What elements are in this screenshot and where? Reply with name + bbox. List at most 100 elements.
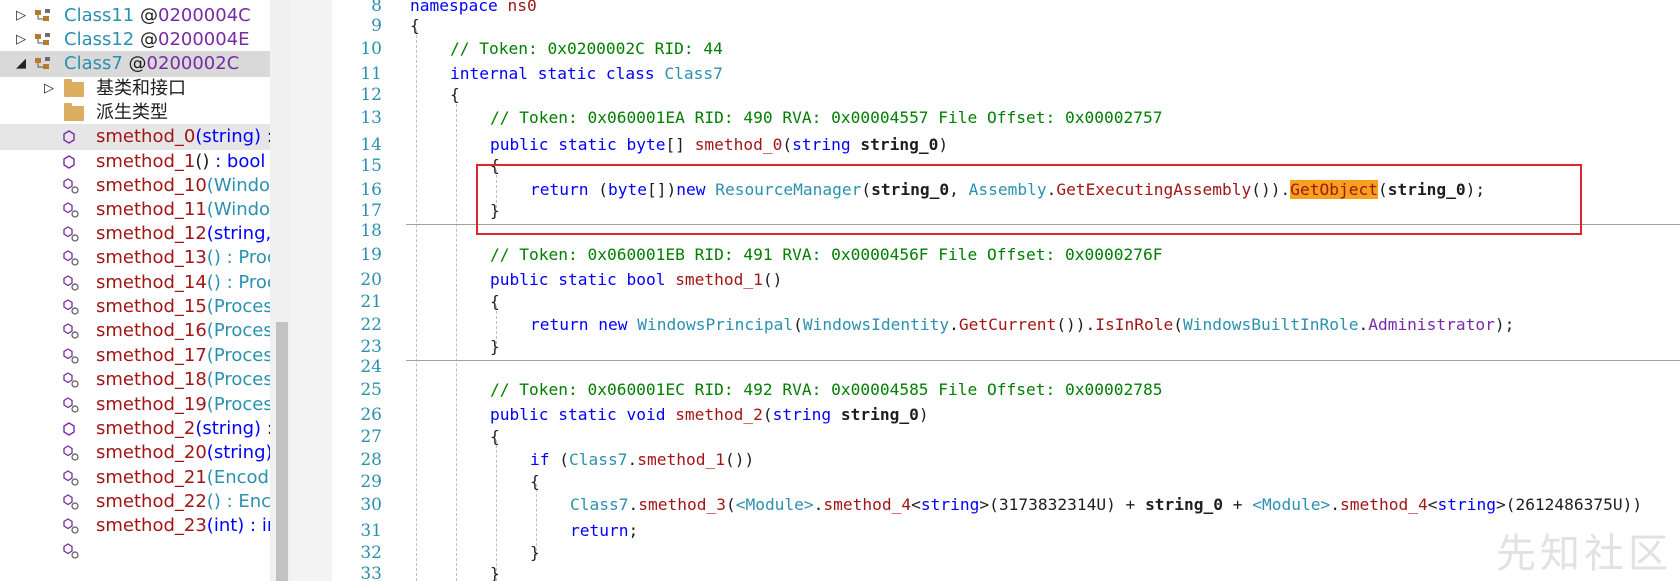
tree-node-method[interactable]: smethod_11(Windov [0,197,270,223]
tree-node-method[interactable]: smethod_15(Process [0,294,270,320]
tree-node-class7[interactable]: ◢ Class7 @0200002C [0,51,270,77]
assembly-tree[interactable]: ▷ Class11 @0200004C ▷ Class12 @0200004E … [0,0,270,581]
panel-splitter[interactable] [290,0,332,581]
line-number: 13 [360,108,382,128]
line-number: 19 [360,245,382,265]
code-comment: // Token: 0x060001EC RID: 492 RVA: 0x000… [490,380,1163,399]
method-icon [63,155,75,169]
code-line: Class7.smethod_3(<Module>.smethod_4<stri… [570,495,1643,514]
private-method-icon [63,470,79,486]
watermark: 先知社区 [1496,531,1672,577]
tree-node-method[interactable]: smethod_16(Process [0,318,270,344]
line-number: 24 [360,357,382,377]
class-icon [35,57,50,69]
tree-node-label: Class12 @0200004E [64,29,250,50]
code-comment: // Token: 0x060001EA RID: 490 RVA: 0x000… [490,108,1163,127]
code-line: { [490,427,500,446]
code-line: return new WindowsPrincipal(WindowsIdent… [530,315,1515,334]
line-number: 31 [360,521,382,541]
tree-node-method[interactable] [0,538,270,564]
tree-node-method[interactable]: smethod_13() : Proc [0,245,270,271]
tree-scrollbar-thumb[interactable] [276,322,288,581]
expand-arrow-icon[interactable]: ▷ [14,3,28,29]
tree-node-method[interactable]: smethod_17(Process [0,343,270,369]
code-line: { [490,292,500,311]
tree-node-label: 基类和接口 [96,78,186,99]
tree-node-base-types[interactable]: ▷ 基类和接口 [0,76,270,102]
private-method-icon [63,543,79,559]
folder-icon [64,79,84,97]
class-icon [35,9,50,21]
private-method-icon [63,518,79,534]
token-text: 0200004C [158,5,251,26]
tree-node-method[interactable]: smethod_1() : bool @ [0,149,270,175]
line-number: 26 [360,405,382,425]
private-method-icon [63,323,79,339]
code-line: public static void smethod_2(string stri… [490,405,929,424]
code-comment: // Token: 0x060001EB RID: 491 RVA: 0x000… [490,245,1163,264]
private-method-icon [63,226,79,242]
method-icon [63,422,75,436]
private-method-icon [63,372,79,388]
private-method-icon [63,202,79,218]
line-number: 21 [360,292,382,312]
expand-arrow-icon[interactable]: ▷ [42,76,56,102]
code-line: { [410,16,420,35]
code-editor[interactable]: 8 9 10 11 12 13 14 15 16 17 18 19 20 21 … [332,0,1680,581]
code-line: if (Class7.smethod_1()) [530,450,755,469]
tree-node-class11[interactable]: ▷ Class11 @0200004C [0,3,270,29]
tree-node-method[interactable]: smethod_14() : Proc [0,270,270,296]
line-number: 9 [371,16,382,36]
tree-node-class12[interactable]: ▷ Class12 @0200004E [0,27,270,53]
line-number: 27 [360,427,382,447]
expand-arrow-icon[interactable]: ▷ [14,27,28,53]
line-number: 10 [360,39,382,59]
tree-node-method[interactable]: smethod_10(Windov [0,173,270,199]
tree-node-method[interactable]: smethod_2(string) : v [0,416,270,442]
private-method-icon [63,250,79,266]
tree-node-label: Class7 @0200002C [64,53,240,74]
tree-node-method[interactable]: smethod_18(Process [0,367,270,393]
indent-guide [496,440,497,581]
code-line: } [490,337,500,356]
method-separator [406,360,1680,361]
line-number: 22 [360,315,382,335]
code-line: return; [570,521,639,540]
tree-node-method[interactable]: smethod_0(string) : [0,124,270,150]
tree-node-method[interactable]: smethod_21(Encodi [0,465,270,491]
private-method-icon [63,299,79,315]
line-number: 30 [360,495,382,515]
method-icon [63,130,75,144]
line-number: 25 [360,380,382,400]
code-line: namespace ns0 [410,0,537,15]
tree-node-label: 派生类型 [96,102,168,123]
code-line: } [490,564,500,581]
annotation-highlight-box [476,164,1582,235]
line-number: 18 [360,221,382,241]
tree-node-method[interactable]: smethod_20(string) [0,440,270,466]
private-method-icon [63,494,79,510]
tree-node-method[interactable]: smethod_22() : Enco [0,489,270,515]
private-method-icon [63,397,79,413]
line-number: 12 [360,85,382,105]
tree-node-method[interactable]: smethod_23(int) : in [0,513,270,539]
line-number: 28 [360,450,382,470]
code-line: internal static class Class7 [450,64,723,83]
indent-guide [416,30,417,581]
private-method-icon [63,445,79,461]
line-number: 29 [360,472,382,492]
line-number: 20 [360,270,382,290]
line-number: 15 [360,156,382,176]
line-number: 33 [360,564,382,581]
tree-node-label: Class11 @0200004C [64,5,251,26]
code-comment: // Token: 0x0200002C RID: 44 [450,39,723,58]
class-icon [35,33,50,45]
tree-node-method[interactable]: smethod_12(string, s [0,221,270,247]
collapse-arrow-icon[interactable]: ◢ [14,51,28,77]
private-method-icon [63,348,79,364]
private-method-icon [63,178,79,194]
tree-node-method[interactable]: smethod_19(Process [0,392,270,418]
tree-node-derived-types[interactable]: 派生类型 [0,100,270,126]
indent-guide [456,104,457,581]
private-method-icon [63,275,79,291]
